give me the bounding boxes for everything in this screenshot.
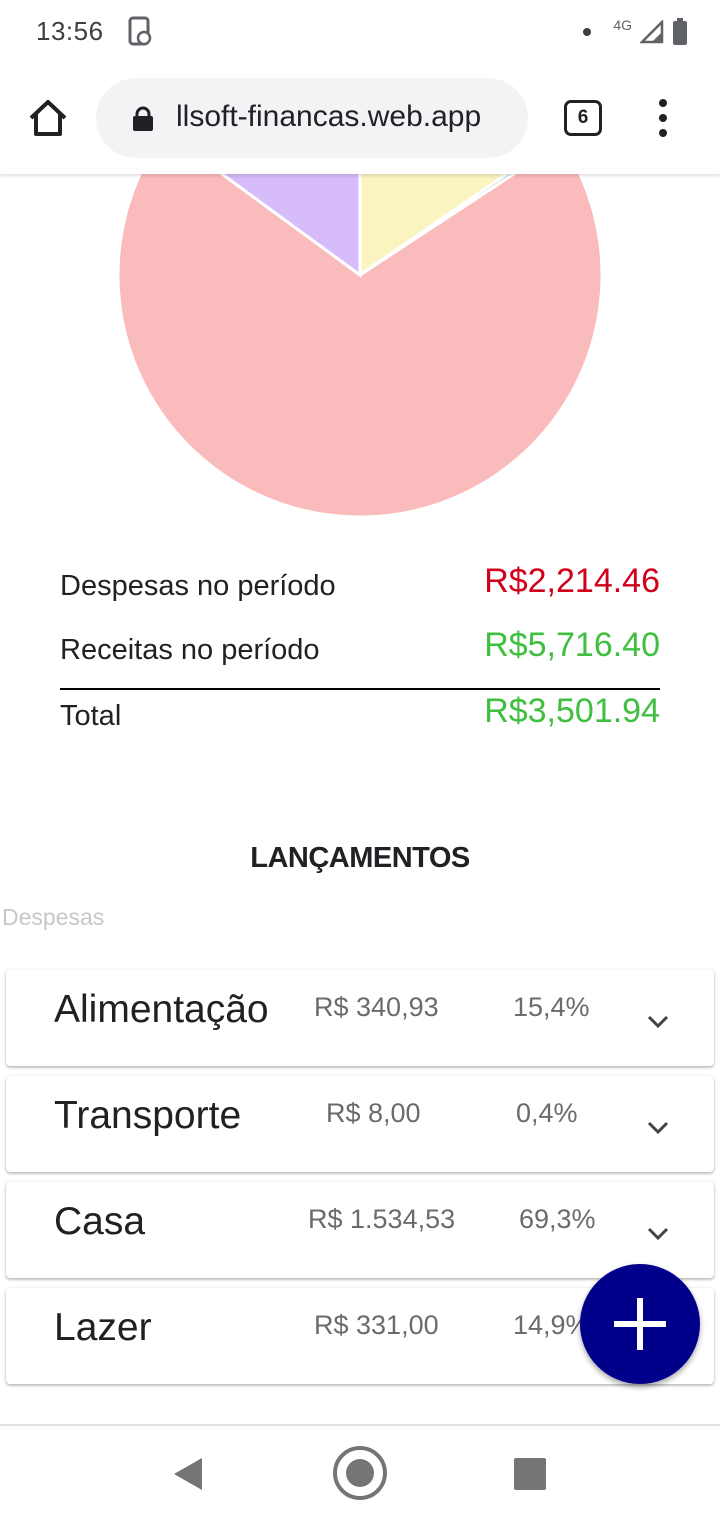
category-amount: R$ 1.534,53 (308, 1204, 456, 1234)
category-name: Transporte (54, 1094, 242, 1137)
status-icons: 4G (583, 16, 688, 48)
home-nav-icon[interactable] (331, 1444, 389, 1502)
signal-icon (640, 20, 664, 44)
pie-chart (0, 174, 720, 534)
income-value: R$5,716.40 (484, 626, 660, 664)
back-icon[interactable] (172, 1456, 204, 1492)
category-amount: R$ 340,93 (314, 992, 439, 1022)
category-name: Casa (54, 1200, 146, 1243)
chevron-down-icon[interactable] (646, 1120, 670, 1136)
address-bar[interactable]: llsoft-financas.web.app (96, 78, 528, 158)
category-amount: R$ 331,00 (314, 1310, 439, 1340)
category-card-casa[interactable]: Casa R$ 1.534,53 69,3% (6, 1182, 714, 1278)
income-row: Receitas no período R$5,716.40 (60, 624, 660, 688)
chevron-down-icon[interactable] (646, 1226, 670, 1242)
expenses-value: R$2,214.46 (484, 562, 660, 600)
total-value: R$3,501.94 (484, 692, 660, 730)
add-entry-button[interactable] (580, 1264, 700, 1384)
total-label: Total (60, 700, 122, 732)
section-subtitle: Despesas (2, 904, 105, 930)
lock-icon (133, 106, 153, 131)
category-percent: 15,4% (513, 992, 590, 1022)
expenses-label: Despesas no período (60, 570, 336, 602)
browser-toolbar: llsoft-financas.web.app 6 (0, 64, 720, 174)
chevron-down-icon[interactable] (646, 1014, 670, 1030)
phone-sync-icon (128, 16, 152, 46)
category-percent: 69,3% (519, 1204, 596, 1234)
more-menu-icon[interactable] (654, 98, 672, 138)
url-text: llsoft-financas.web.app (176, 100, 482, 133)
category-percent: 0,4% (516, 1098, 578, 1128)
battery-icon (673, 18, 687, 45)
total-row: Total R$3,501.94 (60, 688, 660, 752)
category-card-transporte[interactable]: Transporte R$ 8,00 0,4% (6, 1076, 714, 1172)
notification-dot-icon (583, 28, 592, 36)
category-name: Alimentação (54, 988, 269, 1031)
recent-apps-icon[interactable] (514, 1458, 546, 1490)
period-summary: Despesas no período R$2,214.46 Receitas … (60, 560, 660, 752)
section-title: LANÇAMENTOS (250, 842, 470, 874)
category-percent: 14,9% (513, 1310, 590, 1340)
status-time: 13:56 (36, 16, 104, 46)
pie-chart-svg (118, 174, 602, 517)
network-type: 4G (613, 17, 632, 33)
plus-icon (614, 1298, 666, 1350)
category-amount: R$ 8,00 (326, 1098, 421, 1128)
tab-switcher-button[interactable]: 6 (564, 100, 602, 136)
status-bar: 13:56 4G (0, 0, 720, 64)
category-name: Lazer (54, 1306, 152, 1349)
home-icon[interactable] (26, 96, 70, 140)
income-label: Receitas no período (60, 634, 320, 666)
system-nav-bar (0, 1424, 720, 1520)
category-card-alimentacao[interactable]: Alimentação R$ 340,93 15,4% (6, 970, 714, 1066)
expenses-row: Despesas no período R$2,214.46 (60, 560, 660, 624)
